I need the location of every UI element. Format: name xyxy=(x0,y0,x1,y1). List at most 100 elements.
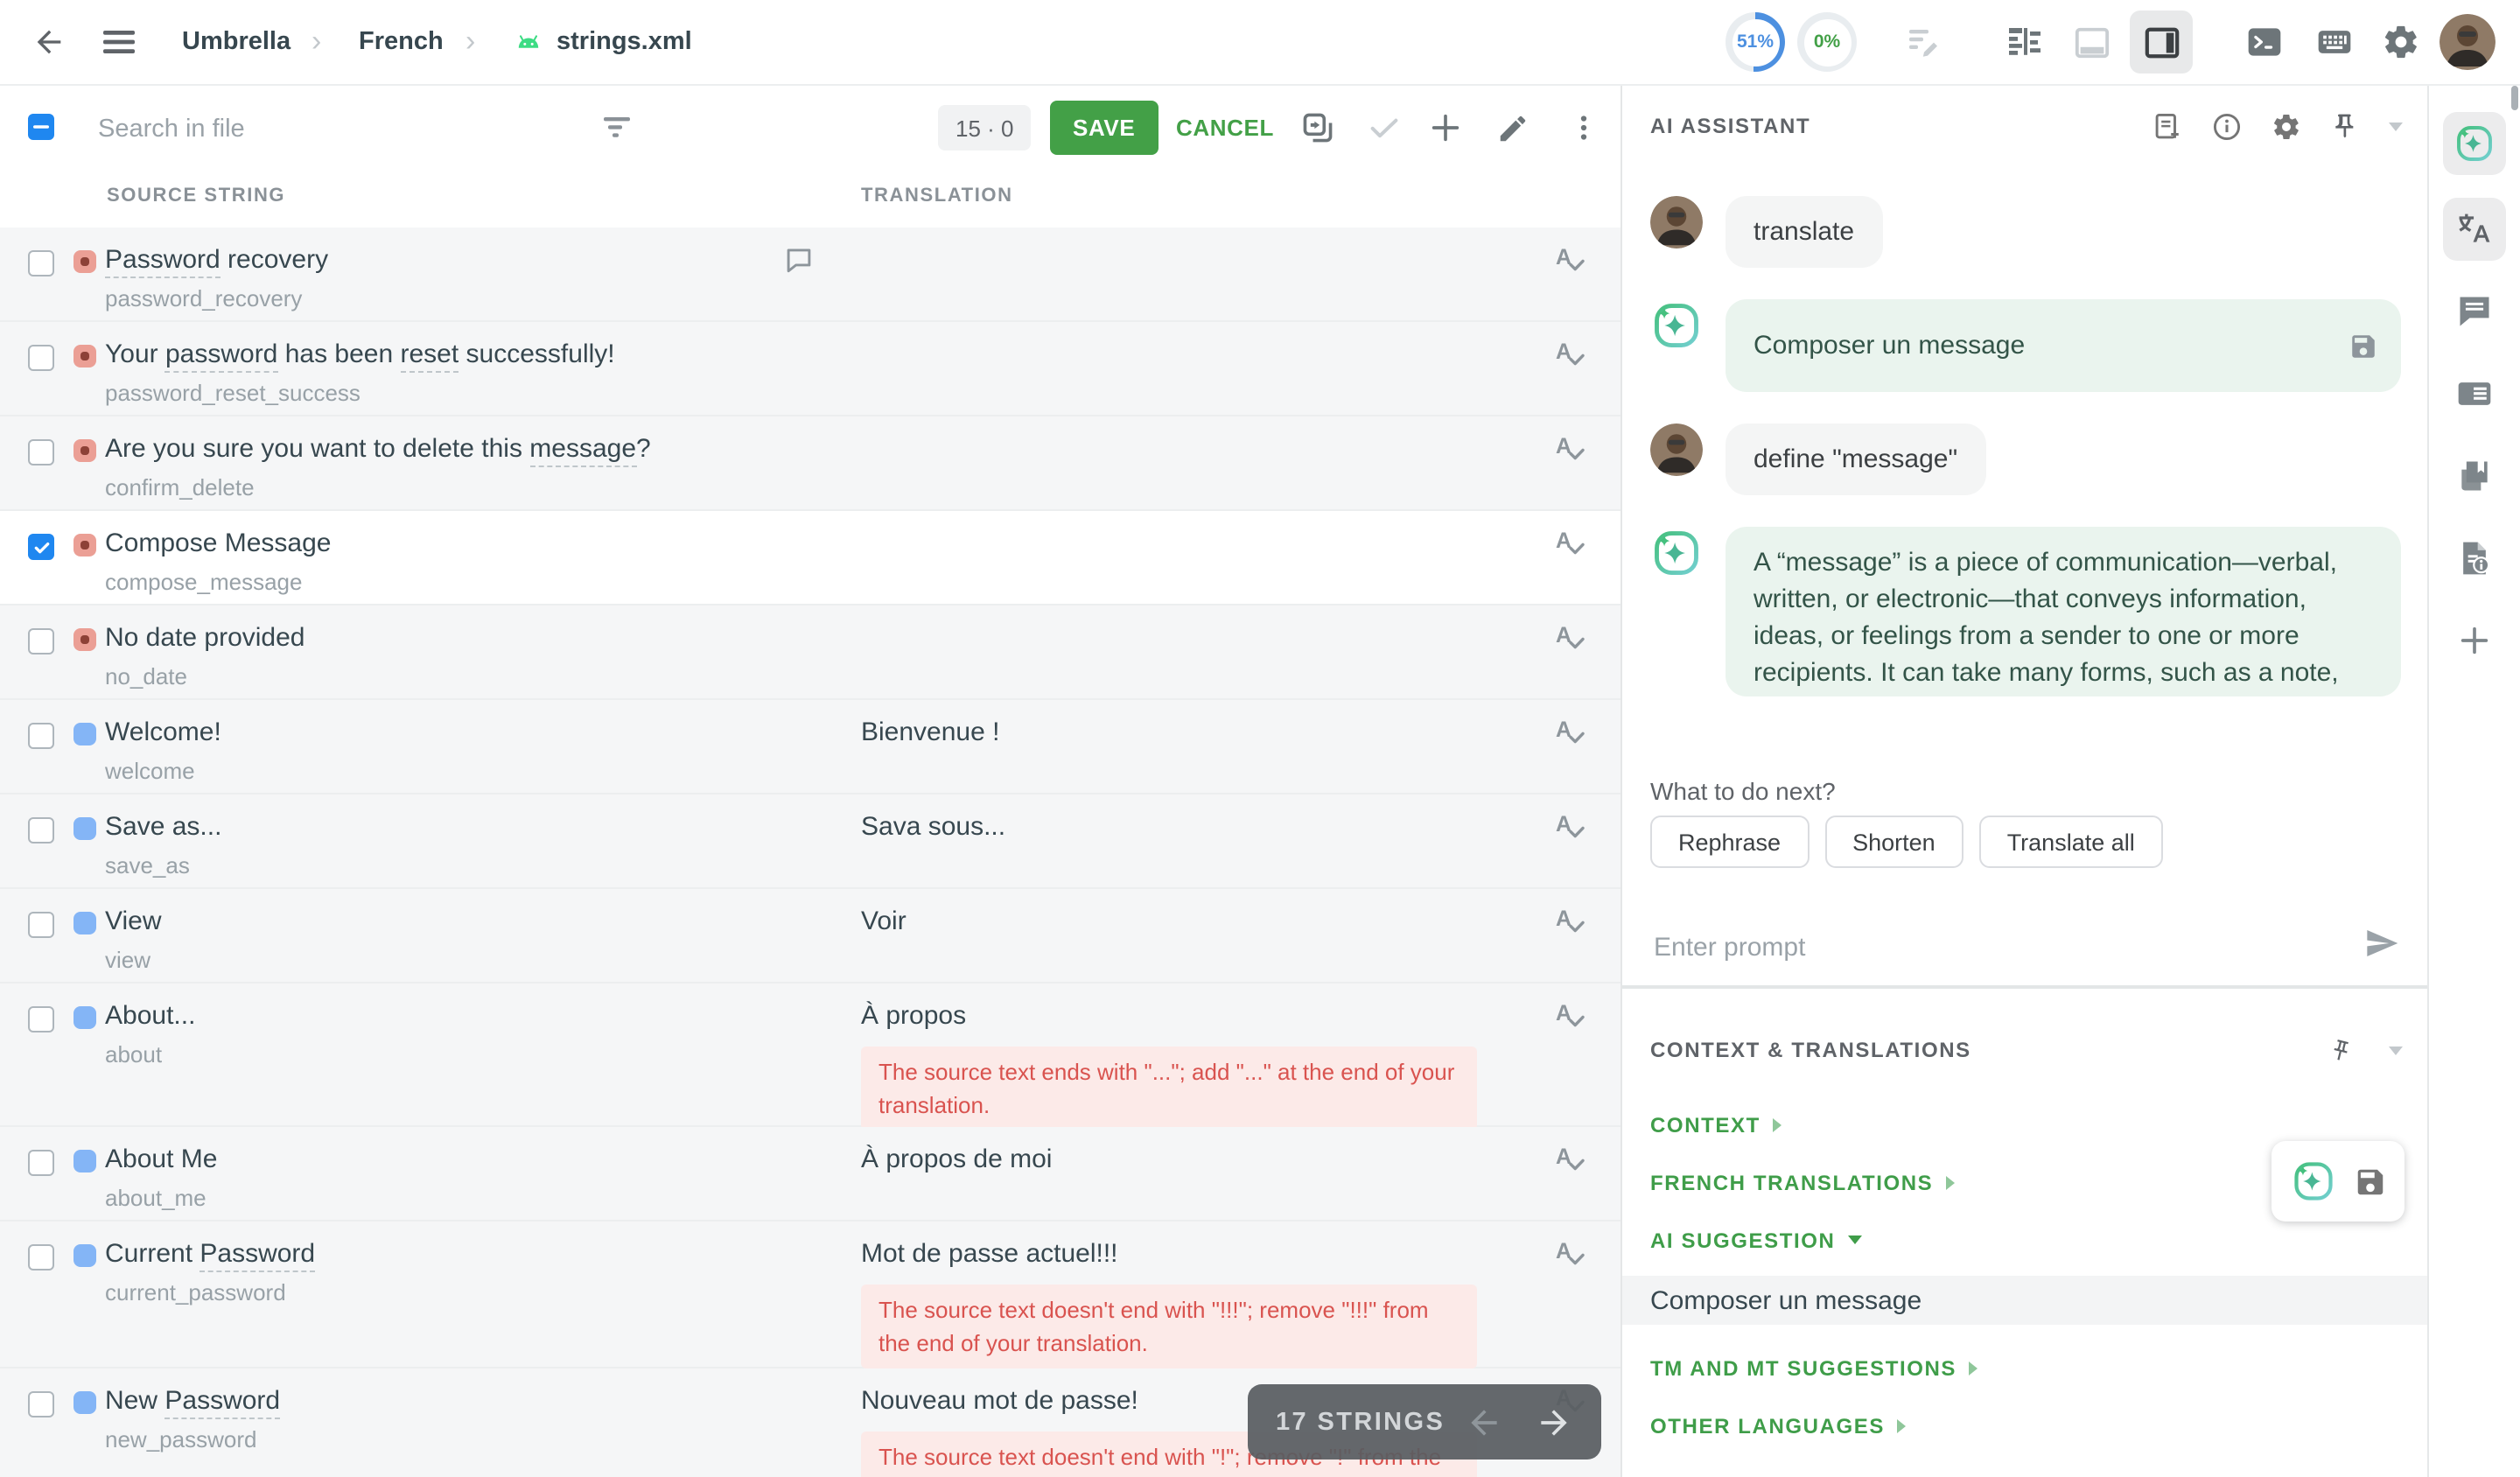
spellcheck-icon[interactable]: A xyxy=(1554,527,1586,558)
save-reply-icon[interactable] xyxy=(2348,331,2378,360)
spellcheck-icon[interactable]: A xyxy=(1554,338,1586,369)
row-checkbox[interactable] xyxy=(28,345,54,371)
spellcheck-icon[interactable]: A xyxy=(1554,1143,1586,1174)
add-panel-icon[interactable] xyxy=(2443,609,2506,672)
spellcheck-icon[interactable]: A xyxy=(1554,999,1586,1031)
shorten-button[interactable]: Shorten xyxy=(1824,816,1964,868)
settings-gear-icon[interactable] xyxy=(2376,0,2426,84)
translated-progress-ring[interactable]: 51% xyxy=(1726,12,1785,72)
translate-tab-icon[interactable] xyxy=(2443,198,2506,261)
row-checkbox[interactable] xyxy=(28,628,54,654)
table-row[interactable]: Your password has been reset successfull… xyxy=(0,322,1620,416)
send-icon[interactable] xyxy=(2364,926,2399,961)
row-checkbox[interactable] xyxy=(28,250,54,276)
unpin-icon[interactable] xyxy=(2325,1034,2356,1066)
save-suggestion-icon[interactable] xyxy=(2353,1165,2386,1198)
glossary-tab-icon[interactable] xyxy=(2443,444,2506,508)
file-info-tab-icon[interactable] xyxy=(2443,527,2506,590)
table-row[interactable]: Current Passwordcurrent_passwordMot de p… xyxy=(0,1222,1620,1368)
spellcheck-icon[interactable]: A xyxy=(1554,621,1586,653)
spellcheck-icon[interactable]: A xyxy=(1554,905,1586,936)
row-checkbox[interactable] xyxy=(28,439,54,466)
next-page-icon[interactable] xyxy=(1535,1403,1573,1441)
row-checkbox[interactable] xyxy=(28,817,54,844)
ai-assistant-tab-icon[interactable] xyxy=(2443,112,2506,175)
row-checkbox[interactable] xyxy=(28,1006,54,1032)
info-icon[interactable] xyxy=(2212,111,2242,141)
translation-cell[interactable]: Sava sous... xyxy=(861,810,1561,845)
draft-edit-icon[interactable] xyxy=(1900,0,1946,84)
right-panel-view-icon[interactable] xyxy=(2130,10,2193,74)
translation-cell[interactable]: Mot de passe actuel!!!The source text do… xyxy=(861,1237,1561,1368)
approve-check-icon[interactable] xyxy=(1362,84,1407,172)
prompt-input[interactable] xyxy=(1650,919,2322,975)
row-checkbox[interactable] xyxy=(28,534,54,560)
table-row[interactable]: Are you sure you want to delete this mes… xyxy=(0,416,1620,511)
spellcheck-icon[interactable]: A xyxy=(1554,243,1586,275)
breadcrumb-project[interactable]: Umbrella xyxy=(182,0,290,84)
glossary-term[interactable]: Password xyxy=(200,1239,315,1272)
glossary-term[interactable]: Password xyxy=(164,1386,280,1419)
glossary-term[interactable]: message xyxy=(529,434,636,467)
spellcheck-icon[interactable]: A xyxy=(1554,716,1586,747)
prev-page-icon[interactable] xyxy=(1465,1403,1503,1441)
glossary-term[interactable]: reset xyxy=(401,340,459,373)
table-row[interactable]: Save as...save_asSava sous...A xyxy=(0,794,1620,889)
pin-icon[interactable] xyxy=(2331,112,2359,140)
row-checkbox[interactable] xyxy=(28,723,54,749)
translation-cell[interactable]: Voir xyxy=(861,905,1561,940)
collapse-chevron-icon[interactable] xyxy=(2389,1046,2403,1054)
row-checkbox[interactable] xyxy=(28,1244,54,1270)
add-string-icon[interactable] xyxy=(1423,84,1468,172)
source-string: Compose Message xyxy=(105,527,331,562)
table-row[interactable]: Password recoverypassword_recoveryA xyxy=(0,228,1620,322)
table-row[interactable]: ViewviewVoirA xyxy=(0,889,1620,984)
ai-sparkle-icon[interactable] xyxy=(2290,1158,2335,1204)
section-tm-and-mt-suggestions[interactable]: TM AND MT SUGGESTIONS xyxy=(1622,1339,2427,1396)
comments-tab-icon[interactable] xyxy=(2443,280,2506,343)
select-all-checkbox[interactable] xyxy=(28,114,54,140)
side-by-side-view-icon[interactable] xyxy=(2002,0,2048,84)
context-card-tab-icon[interactable] xyxy=(2443,362,2506,425)
row-checkbox[interactable] xyxy=(28,1391,54,1418)
keyboard-shortcuts-icon[interactable] xyxy=(2310,0,2359,84)
assistant-settings-gear-icon[interactable] xyxy=(2272,111,2301,141)
edit-pencil-icon[interactable] xyxy=(1489,84,1535,172)
spellcheck-icon[interactable]: A xyxy=(1554,432,1586,464)
row-checkbox[interactable] xyxy=(28,1150,54,1176)
glossary-term[interactable]: Password xyxy=(105,245,220,278)
scrollbar-thumb[interactable] xyxy=(2511,86,2518,110)
translation-cell[interactable]: À proposThe source text ends with "...";… xyxy=(861,999,1561,1130)
spellcheck-icon[interactable]: A xyxy=(1554,810,1586,842)
row-checkbox[interactable] xyxy=(28,912,54,938)
table-row[interactable]: No date providedno_dateA xyxy=(0,606,1620,700)
section-other-languages[interactable]: OTHER LANGUAGES xyxy=(1622,1396,2427,1454)
spellcheck-icon[interactable]: A xyxy=(1554,1237,1586,1269)
approved-progress-ring[interactable]: 0% xyxy=(1797,12,1857,72)
save-button[interactable]: SAVE xyxy=(1050,101,1158,155)
table-row[interactable]: About...aboutÀ proposThe source text end… xyxy=(0,984,1620,1127)
table-row[interactable]: Compose Messagecompose_messageA xyxy=(0,511,1620,606)
menu-icon[interactable] xyxy=(94,0,144,84)
search-input[interactable] xyxy=(94,102,556,158)
breadcrumb-language[interactable]: French xyxy=(359,0,444,84)
more-options-icon[interactable] xyxy=(1561,84,1606,172)
ai-suggestion-item[interactable]: Composer un message xyxy=(1622,1276,2427,1325)
new-conversation-icon[interactable] xyxy=(2152,111,2182,141)
table-row[interactable]: Welcome!welcomeBienvenue !A xyxy=(0,700,1620,794)
glossary-term[interactable]: password xyxy=(165,340,277,373)
console-icon[interactable] xyxy=(2240,0,2289,84)
translation-cell[interactable]: Bienvenue ! xyxy=(861,716,1561,751)
cancel-button[interactable]: CANCEL xyxy=(1166,113,1284,143)
bottom-panel-view-icon[interactable] xyxy=(2068,0,2114,84)
user-avatar[interactable] xyxy=(2440,14,2496,70)
comment-icon[interactable] xyxy=(784,245,814,275)
translate-all-button[interactable]: Translate all xyxy=(1979,816,2163,868)
translation-cell[interactable]: À propos de moi xyxy=(861,1143,1561,1178)
filter-icon[interactable] xyxy=(598,108,637,147)
back-icon[interactable] xyxy=(24,0,74,84)
collapse-chevron-icon[interactable] xyxy=(2389,122,2403,130)
rephrase-button[interactable]: Rephrase xyxy=(1650,816,1809,868)
copy-source-icon[interactable] xyxy=(1295,84,1340,172)
table-row[interactable]: About Meabout_meÀ propos de moiA xyxy=(0,1127,1620,1222)
